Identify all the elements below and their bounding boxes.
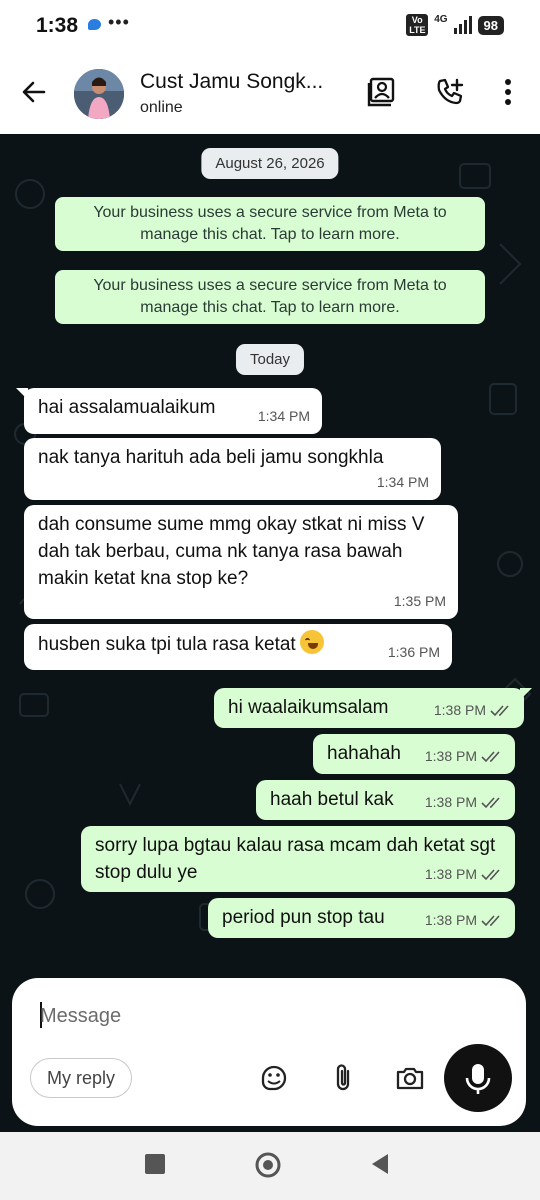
contact-name[interactable]: Cust Jamu Songk... [140, 70, 323, 94]
add-call-icon[interactable] [434, 76, 466, 108]
read-ticks-icon [490, 704, 509, 716]
sticker-icon[interactable] [258, 1062, 290, 1094]
system-nav-bar [0, 1132, 540, 1200]
message-text: dah consume sume mmg okay stkat ni miss … [38, 514, 425, 589]
outgoing-message[interactable]: period pun stop tau 1:38 PM [208, 898, 515, 938]
message-text: hahahah [327, 743, 401, 764]
more-notifications-icon: ••• [108, 12, 130, 32]
microphone-icon [465, 1064, 491, 1094]
read-ticks-icon [481, 796, 500, 808]
laughing-emoji-icon [299, 630, 324, 654]
avatar-photo-icon [74, 69, 124, 119]
outgoing-message[interactable]: sorry lupa bgtau kalau rasa mcam dah ket… [81, 826, 515, 892]
read-ticks-icon [481, 914, 500, 926]
message-text: hi waalaikumsalam [228, 697, 389, 718]
message-time: 1:38 PM [433, 702, 486, 718]
outgoing-message[interactable]: haah betul kak 1:38 PM [256, 780, 515, 820]
mic-button[interactable] [444, 1044, 512, 1112]
message-time: 1:35 PM [393, 593, 446, 609]
contact-avatar[interactable] [74, 69, 124, 119]
message-text: haah betul kak [270, 789, 394, 810]
message-text: nak tanya harituh ada beli jamu songkhla [38, 447, 384, 468]
status-time: 1:38 [36, 14, 79, 37]
back-arrow-icon[interactable] [18, 76, 50, 108]
outgoing-message[interactable]: hahahah 1:38 PM [313, 734, 515, 774]
outgoing-message[interactable]: hi waalaikumsalam 1:38 PM [214, 688, 532, 728]
home-icon[interactable] [254, 1151, 282, 1179]
incoming-message[interactable]: nak tanya harituh ada beli jamu songkhla… [24, 438, 441, 500]
message-input[interactable] [40, 998, 440, 1034]
battery-icon: 98 [477, 15, 504, 35]
volte-icon: Vo LTE [406, 14, 429, 36]
incoming-message[interactable]: dah consume sume mmg okay stkat ni miss … [24, 505, 458, 619]
read-ticks-icon [481, 750, 500, 762]
back-nav-icon[interactable] [368, 1152, 392, 1176]
recent-apps-icon[interactable] [143, 1152, 167, 1176]
catalog-icon[interactable] [366, 76, 398, 108]
message-text: period pun stop tau [222, 907, 385, 928]
message-time: 1:34 PM [376, 474, 429, 490]
message-time: 1:38 PM [424, 748, 477, 764]
my-reply-button[interactable]: My reply [30, 1058, 133, 1098]
contact-status: online [140, 99, 183, 116]
read-ticks-icon [481, 868, 500, 880]
message-text: hai assalamualaikum [38, 397, 216, 418]
message-time: 1:38 PM [424, 866, 477, 882]
signal-icon [453, 16, 472, 34]
camera-icon[interactable] [394, 1062, 426, 1094]
status-bar: 1:38 ••• Vo LTE 4G 98 [0, 0, 540, 52]
attach-icon[interactable] [327, 1062, 359, 1094]
incoming-message[interactable]: hai assalamualaikum 1:34 PM [16, 388, 322, 434]
date-chip: August 26, 2026 [201, 148, 339, 179]
compose-box: My reply [12, 978, 526, 1126]
bubble-tail [520, 688, 532, 700]
message-time: 1:38 PM [424, 912, 477, 928]
bubble-tail [16, 388, 28, 400]
chat-header: Cust Jamu Songk... online [0, 52, 540, 134]
message-notification-icon [88, 19, 101, 30]
more-options-icon[interactable] [494, 76, 522, 108]
today-chip: Today [235, 344, 305, 375]
message-text: husben suka tpi tula rasa ketat [38, 634, 296, 655]
message-time: 1:34 PM [257, 408, 310, 424]
security-notice[interactable]: Your business uses a secure service from… [55, 197, 485, 251]
incoming-message[interactable]: husben suka tpi tula rasa ketat 1:36 PM [24, 624, 452, 670]
status-indicators: Vo LTE 4G 98 [406, 14, 504, 36]
security-notice[interactable]: Your business uses a secure service from… [55, 270, 485, 324]
message-time: 1:36 PM [387, 644, 440, 660]
message-time: 1:38 PM [424, 794, 477, 810]
network-type: 4G [434, 13, 448, 25]
